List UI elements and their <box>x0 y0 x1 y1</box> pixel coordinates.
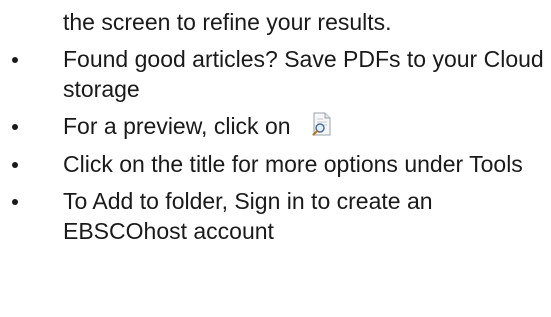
list-item-text: To Add to folder, Sign in to create an E… <box>63 188 433 244</box>
list-item-limits: Lots of hits? Use the limits on the left… <box>0 0 551 37</box>
list-item-add-folder: To Add to folder, Sign in to create an E… <box>0 187 551 246</box>
bullet-icon <box>12 57 18 63</box>
list-item-text: Lots of hits? Use the limits on the left… <box>63 0 513 35</box>
bullet-icon <box>12 199 18 205</box>
list-item-save-pdfs: Found good articles? Save PDFs to your C… <box>0 45 551 104</box>
preview-magnifier-icon <box>311 112 333 136</box>
list-item-text: Found good articles? Save PDFs to your C… <box>63 46 544 102</box>
list-item-text: Click on the title for more options unde… <box>63 150 523 177</box>
tips-bullet-list: Lots of hits? Use the limits on the left… <box>0 0 551 254</box>
list-item-title-tools: Click on the title for more options unde… <box>0 150 551 180</box>
bullet-icon <box>12 124 18 130</box>
list-item-text: For a preview, click on <box>63 113 291 139</box>
list-item-preview: For a preview, click on <box>0 112 551 142</box>
bullet-icon <box>12 161 18 168</box>
